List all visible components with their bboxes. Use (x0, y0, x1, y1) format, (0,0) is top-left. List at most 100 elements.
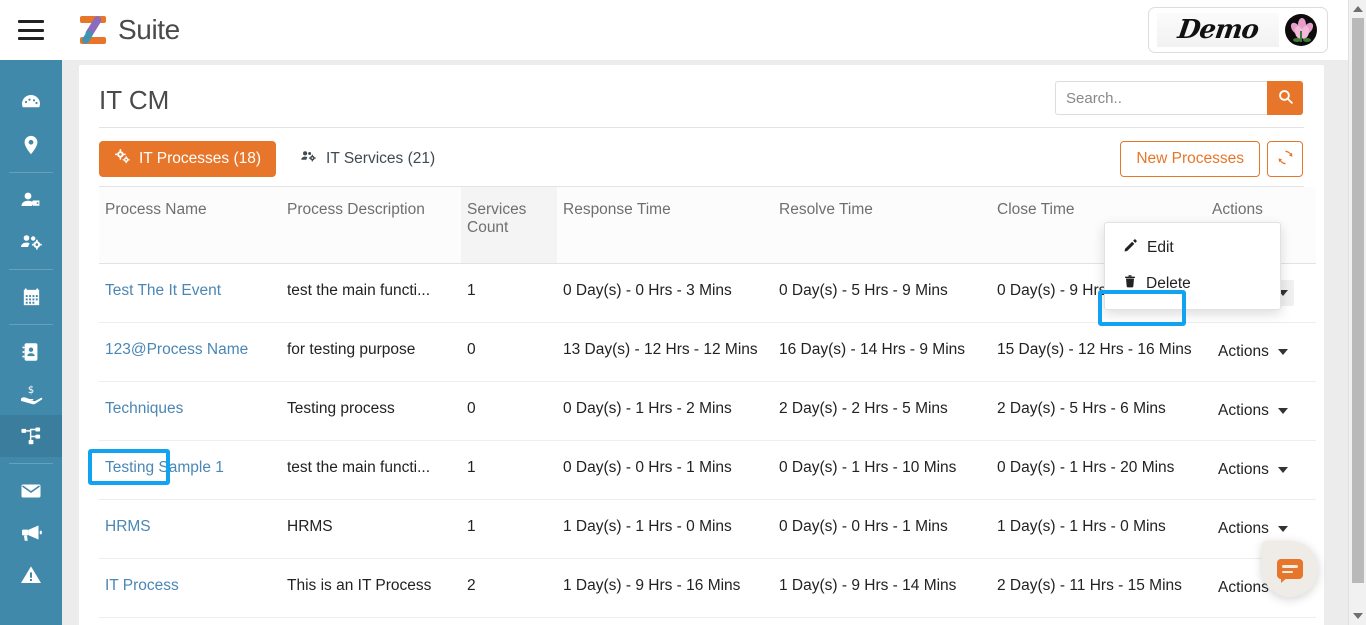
cell-process-description: Testing process (281, 381, 461, 441)
actions-dropdown-toggle[interactable]: Actions (1212, 398, 1294, 424)
sidebar-item-dashboard[interactable] (0, 82, 62, 124)
calendar-icon (20, 286, 43, 309)
top-navigation-bar: Suite Demo (0, 0, 1348, 60)
table-row: Poihjk uyfrtdsef 0 4 Day(s) - 9 Hrs - 11… (99, 617, 1316, 625)
sidebar-item-it-cm[interactable] (0, 415, 62, 457)
account-menu[interactable]: Demo (1148, 7, 1328, 53)
sidebar-item-contacts[interactable] (0, 179, 62, 221)
cell-close-time: 15 Day(s) - 12 Hrs - 16 Mins (991, 322, 1206, 382)
z-suite-logo-icon (77, 13, 111, 47)
refresh-icon (1277, 149, 1294, 169)
cell-process-description: uyfrtdsef (281, 617, 461, 625)
search-input[interactable] (1055, 81, 1267, 115)
table-row: 123@Process Name for testing purpose 0 1… (99, 322, 1316, 382)
process-link-testing-sample-1[interactable]: Testing Sample 1 (105, 459, 224, 476)
sidebar-item-user-management[interactable] (0, 221, 62, 263)
process-link-it-process[interactable]: IT Process (105, 577, 179, 594)
refresh-button[interactable] (1267, 141, 1303, 177)
column-header-process-description[interactable]: Process Description (281, 187, 461, 264)
cell-services-count: 0 (461, 322, 557, 382)
process-link-techniques[interactable]: Techniques (105, 400, 183, 417)
sidebar-navigation: $ (0, 60, 62, 625)
table-row: Testing Sample 1 test the main functi...… (99, 440, 1316, 500)
dropdown-item-delete[interactable]: Delete (1105, 266, 1280, 302)
page-scrollbar-thumb[interactable] (1352, 18, 1364, 583)
column-header-process-name[interactable]: Process Name (99, 187, 281, 264)
sidebar-divider (9, 463, 53, 464)
users-cog-icon (19, 230, 43, 254)
hamburger-icon[interactable] (18, 20, 44, 40)
scroll-down-arrow-icon[interactable] (1349, 607, 1366, 625)
cell-resolve-time: 0 Day(s) - 1 Hrs - 10 Mins (773, 440, 991, 500)
cell-resolve-time: 0 Day(s) - 5 Hrs - 9 Mins (773, 263, 991, 323)
search-button[interactable] (1267, 81, 1303, 115)
cell-process-name: Test The It Event (99, 263, 281, 323)
sidebar-item-billing[interactable]: $ (0, 373, 62, 415)
process-link-hrms[interactable]: HRMS (105, 518, 151, 535)
cell-process-description: This is an IT Process (281, 558, 461, 618)
cell-actions: Actions (1206, 617, 1316, 625)
content-panel: IT CM Search.. IT Processes (18) IT Serv… (79, 65, 1324, 625)
scroll-up-arrow-icon[interactable] (1349, 0, 1366, 18)
actions-dropdown-toggle[interactable]: Actions (1212, 339, 1294, 365)
cell-response-time: 0 Day(s) - 0 Hrs - 1 Mins (557, 440, 773, 500)
bullhorn-icon (19, 521, 43, 545)
sidebar-item-mail[interactable] (0, 470, 62, 512)
tab-it-processes[interactable]: IT Processes (18) (99, 141, 277, 177)
avatar[interactable] (1285, 14, 1317, 46)
cogs-icon (114, 148, 131, 170)
cell-response-time: 0 Day(s) - 1 Hrs - 2 Mins (557, 381, 773, 441)
column-header-response-time[interactable]: Response Time (557, 187, 773, 264)
actions-dropdown-menu: Edit Delete (1104, 222, 1281, 310)
table-row: Techniques Testing process 0 0 Day(s) - … (99, 381, 1316, 441)
dropdown-item-edit[interactable]: Edit (1105, 230, 1280, 266)
cell-resolve-time: 10 Day(s) - 11 Hrs - 12 Mins (773, 617, 991, 625)
search-bar (1055, 81, 1303, 115)
sidebar-item-alerts[interactable] (0, 554, 62, 596)
table-row: HRMS HRMS 1 1 Day(s) - 1 Hrs - 0 Mins 0 … (99, 499, 1316, 559)
chat-widget-button[interactable] (1262, 541, 1318, 597)
brand-name: Suite (118, 14, 180, 45)
page-scrollbar[interactable] (1348, 0, 1366, 625)
chevron-down-icon (1277, 526, 1288, 532)
cell-response-time: 0 Day(s) - 0 Hrs - 3 Mins (557, 263, 773, 323)
tab-it-services-label: IT Services (21) (326, 150, 436, 167)
process-link-123-process-name[interactable]: 123@Process Name (105, 341, 248, 358)
users-cog-icon (299, 148, 318, 170)
cell-process-description: test the main functi... (281, 263, 461, 323)
processes-table-container: Process Name Process Description Service… (99, 186, 1316, 625)
cell-close-time: 12 Day(s) - 13 Hrs - 14 Mins (991, 617, 1206, 625)
actions-label: Actions (1218, 520, 1269, 537)
new-processes-button[interactable]: New Processes (1120, 141, 1260, 177)
cell-services-count: 2 (461, 558, 557, 618)
cell-response-time: 4 Day(s) - 9 Hrs - 11 Mins (557, 617, 773, 625)
column-header-resolve-time[interactable]: Resolve Time (773, 187, 991, 264)
actions-dropdown-toggle[interactable]: Actions (1212, 457, 1294, 483)
main-content: IT CM Search.. IT Processes (18) IT Serv… (62, 60, 1348, 625)
table-row: IT Process This is an IT Process 2 1 Day… (99, 558, 1316, 618)
brand-logo[interactable]: Suite (77, 13, 180, 47)
tab-it-processes-label: IT Processes (18) (139, 150, 262, 167)
sidebar-item-calendar[interactable] (0, 276, 62, 318)
actions-label: Actions (1218, 461, 1269, 478)
tabs-toolbar: IT Processes (18) IT Services (21) New P… (79, 128, 1324, 186)
tab-it-services[interactable]: IT Services (21) (284, 141, 451, 177)
cell-process-description: HRMS (281, 499, 461, 559)
sidebar-item-announcements[interactable] (0, 512, 62, 554)
sidebar-item-location[interactable] (0, 124, 62, 166)
sidebar-item-address-book[interactable] (0, 331, 62, 373)
cell-services-count: 0 (461, 617, 557, 625)
column-header-services-count[interactable]: Services Count (461, 187, 557, 264)
actions-dropdown-toggle[interactable]: Actions (1212, 516, 1294, 542)
cell-process-name: Testing Sample 1 (99, 440, 281, 500)
cell-process-name: Poihjk (99, 617, 281, 625)
cell-actions: Actions (1206, 322, 1316, 382)
cell-resolve-time: 16 Day(s) - 14 Hrs - 9 Mins (773, 322, 991, 382)
cell-services-count: 0 (461, 381, 557, 441)
process-link-test-the-it-event[interactable]: Test The It Event (105, 282, 221, 299)
pencil-icon (1123, 238, 1138, 258)
actions-label: Actions (1218, 402, 1269, 419)
application-root: Suite Demo $ IT CM Search.. IT Processes… (0, 0, 1366, 625)
chevron-down-icon (1277, 467, 1288, 473)
cell-actions: Actions (1206, 440, 1316, 500)
